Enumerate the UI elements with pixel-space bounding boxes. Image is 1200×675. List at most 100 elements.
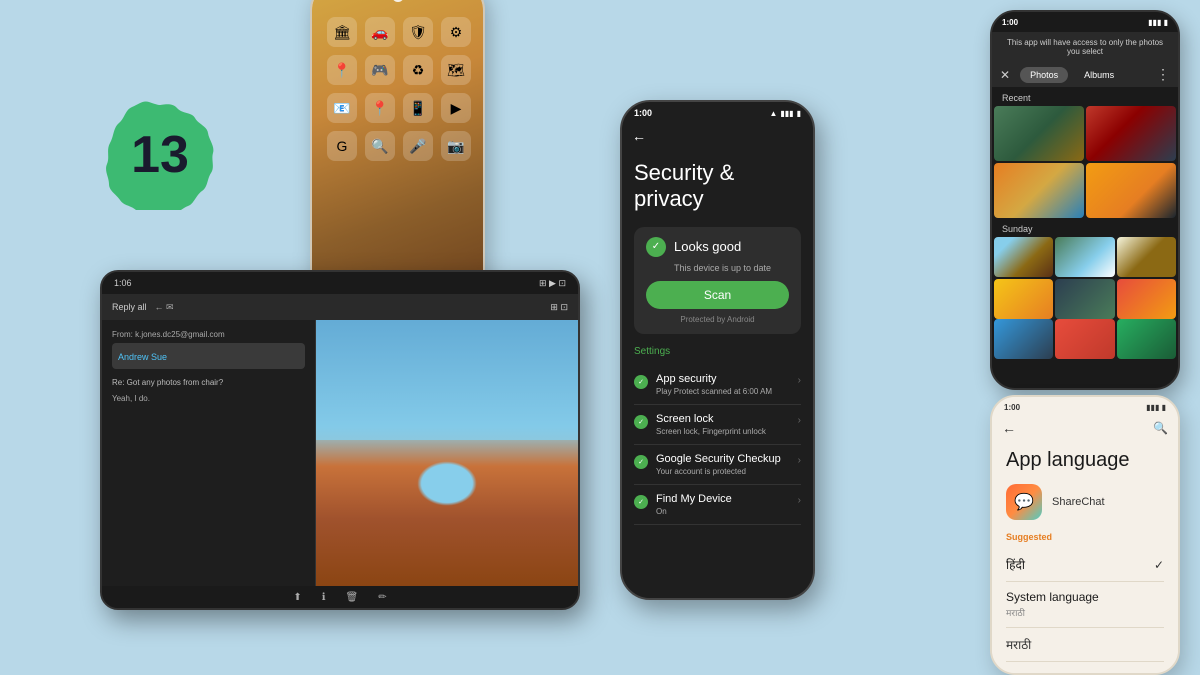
language-phone: 1:00 ▮▮▮ ▮ ← 🔍 App language 💬 ShareChat … — [990, 395, 1180, 675]
email-panel: From: k.jones.dc25@gmail.com Andrew Sue … — [102, 320, 316, 586]
tablet-content: From: k.jones.dc25@gmail.com Andrew Sue … — [102, 320, 578, 586]
item-status-icon: ✓ — [634, 375, 648, 389]
email-body: Re: Got any photos from chair? — [112, 377, 305, 388]
language-item-hindi[interactable]: हिंदी ✓ — [1006, 548, 1164, 582]
item-sub: Screen lock, Fingerprint unlock — [656, 427, 790, 436]
screen-lock-item[interactable]: ✓ Screen lock Screen lock, Fingerprint u… — [634, 405, 801, 445]
chevron-icon: › — [798, 455, 801, 466]
photo-thumb[interactable] — [1086, 106, 1176, 161]
arch-hole — [417, 461, 477, 506]
share-icon: ⬆ — [293, 592, 301, 603]
email-from: From: k.jones.dc25@gmail.com — [112, 330, 305, 339]
security-time: 1:00 — [634, 108, 652, 118]
item-title: App security — [656, 373, 790, 385]
battery-icon: ▮ — [797, 109, 801, 118]
photo-thumb[interactable] — [1055, 279, 1114, 319]
photo-thumb[interactable] — [1117, 319, 1176, 359]
system-lang-sub: मराठी — [1006, 606, 1099, 619]
app-icon: 🏛 — [327, 17, 357, 47]
status-icons: ▲ ▮▮▮ ▮ — [769, 109, 801, 118]
app-row: 💬 ShareChat — [1006, 484, 1164, 520]
email-subject-field: Andrew Sue — [118, 352, 167, 362]
item-content: Screen lock Screen lock, Fingerprint unl… — [656, 413, 790, 436]
item-sub: Play Protect scanned at 6:00 AM — [656, 387, 790, 396]
app-icon: 🔍 — [365, 131, 395, 161]
marathi-lang: मराठी — [1006, 636, 1031, 653]
email-subject-tab: ← ✉ — [155, 302, 543, 313]
picker-status-bar: 1:00 ▮▮▮ ▮ — [992, 12, 1178, 32]
photo-thumb[interactable] — [1117, 279, 1176, 319]
pixel-notch — [392, 0, 404, 2]
app-security-item[interactable]: ✓ App security Play Protect scanned at 6… — [634, 365, 801, 405]
tablet-bottom-nav: ⬆ ℹ 🗑 ✏ — [102, 586, 578, 608]
toolbar-icons: ⊞ ⊡ — [550, 302, 568, 313]
photo-thumb[interactable] — [994, 237, 1053, 277]
language-item-bangla[interactable]: বাংলা — [1006, 662, 1164, 675]
looks-good-row: ✓ Looks good — [646, 237, 789, 257]
back-button[interactable]: ← — [632, 128, 646, 144]
bangla-lang: বাংলা — [1006, 670, 1034, 675]
suggested-label: Suggested — [1006, 532, 1164, 542]
picker-close-icon[interactable]: ✕ — [1000, 68, 1010, 82]
app-icon: 📍 — [365, 93, 395, 123]
find-my-device-item[interactable]: ✓ Find My Device On › — [634, 485, 801, 525]
app-grid: 🏛 🚗 🛡 ⚙ 📍 🎮 ♻ 🗺 📧 📍 📱 ▶ G 🔍 🎤 📷 — [322, 12, 473, 166]
language-item-system[interactable]: System language मराठी — [1006, 582, 1164, 628]
app-icon: 🎤 — [403, 131, 433, 161]
app-icon: 📷 — [441, 131, 471, 161]
app-icon: 📍 — [327, 55, 357, 85]
svg-text:13: 13 — [131, 126, 189, 184]
lang-back-button[interactable]: ← — [1002, 420, 1016, 436]
more-options-icon[interactable]: ⋮ — [1156, 66, 1170, 83]
security-status-bar: 1:00 ▲ ▮▮▮ ▮ — [622, 102, 813, 124]
android-badge: 13 — [105, 100, 215, 210]
app-icon: 📱 — [403, 93, 433, 123]
recent-label: Recent — [992, 87, 1178, 106]
lang-status-bar: 1:00 ▮▮▮ ▮ — [992, 397, 1178, 417]
looks-good-card: ✓ Looks good This device is up to date S… — [634, 227, 801, 334]
tablet-time: 1:06 — [114, 278, 132, 288]
tablet-toolbar: Reply all ← ✉ ⊞ ⊡ — [102, 294, 578, 320]
green-shield-icon: ✓ — [646, 237, 666, 257]
app-icon: ⚙ — [441, 17, 471, 47]
photo-thumb[interactable] — [1055, 319, 1114, 359]
lang-nav: ← 🔍 — [992, 417, 1178, 439]
chevron-icon: › — [798, 375, 801, 386]
settings-section-title: Settings — [634, 346, 801, 357]
signal-icon: ▮▮▮ — [780, 109, 793, 118]
security-content: Security & privacy ✓ Looks good This dev… — [622, 148, 813, 598]
looks-good-sub: This device is up to date — [674, 263, 789, 273]
photo-thumb[interactable] — [1086, 163, 1176, 218]
photo-thumb[interactable] — [994, 319, 1053, 359]
security-nav: ← — [622, 124, 813, 148]
photo-thumb[interactable] — [1117, 237, 1176, 277]
photo-thumb[interactable] — [994, 279, 1053, 319]
photos-tab[interactable]: Photos — [1020, 67, 1068, 83]
photo-thumb[interactable] — [1055, 237, 1114, 277]
lang-content: App language 💬 ShareChat Suggested हिंदी… — [992, 439, 1178, 675]
more-photo-grid — [992, 319, 1178, 359]
reply-all-btn[interactable]: Reply all — [112, 302, 147, 312]
chevron-icon: › — [798, 415, 801, 426]
lang-status-icons: ▮▮▮ ▮ — [1146, 403, 1166, 412]
tablet-status-bar: 1:06 ⊞ ▶ ⊡ — [102, 272, 578, 294]
item-title: Find My Device — [656, 493, 790, 505]
email-reply: Yeah, I do. — [112, 394, 305, 403]
security-title: Security & privacy — [634, 160, 801, 213]
app-name: ShareChat — [1052, 496, 1105, 508]
sunday-photo-grid — [992, 237, 1178, 319]
app-icon: 🎮 — [365, 55, 395, 85]
photo-thumb[interactable] — [994, 163, 1084, 218]
albums-tab[interactable]: Albums — [1074, 67, 1124, 83]
scan-button[interactable]: Scan — [646, 281, 789, 309]
item-content: App security Play Protect scanned at 6:0… — [656, 373, 790, 396]
security-phone: 1:00 ▲ ▮▮▮ ▮ ← Security & privacy ✓ Look… — [620, 100, 815, 600]
lang-search-icon[interactable]: 🔍 — [1153, 421, 1168, 435]
photo-thumb[interactable] — [994, 106, 1084, 161]
looks-good-label: Looks good — [674, 239, 741, 254]
app-language-title: App language — [1006, 449, 1164, 472]
google-checkup-item[interactable]: ✓ Google Security Checkup Your account i… — [634, 445, 801, 485]
app-icon: 🗺 — [441, 55, 471, 85]
language-item-marathi[interactable]: मराठी — [1006, 628, 1164, 662]
app-icon: 🚗 — [365, 17, 395, 47]
